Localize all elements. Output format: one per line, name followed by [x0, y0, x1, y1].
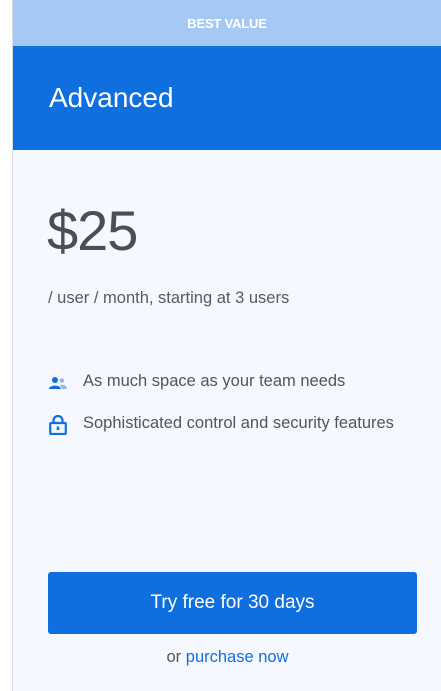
feature-text: As much space as your team needs: [83, 372, 346, 390]
feature-item: As much space as your team needs: [47, 370, 427, 398]
pricing-card: BEST VALUE Advanced $25 / user / month, …: [12, 0, 441, 691]
plan-header: Advanced: [13, 46, 441, 150]
feature-list: As much space as your team needs Sophist…: [47, 370, 427, 454]
purchase-prefix: or: [166, 648, 186, 666]
feature-item: Sophisticated control and security featu…: [47, 412, 427, 440]
price-subtext: / user / month, starting at 3 users: [48, 289, 290, 307]
best-value-ribbon: BEST VALUE: [13, 0, 441, 46]
plan-name: Advanced: [49, 82, 174, 113]
purchase-now-link[interactable]: purchase now: [186, 648, 289, 666]
ribbon-label: BEST VALUE: [187, 15, 267, 31]
purchase-line: or purchase now: [13, 648, 441, 667]
try-free-label: Try free for 30 days: [150, 592, 315, 613]
feature-text: Sophisticated control and security featu…: [83, 414, 394, 432]
price-amount: $25: [47, 199, 138, 262]
team-icon: [47, 372, 69, 394]
lock-icon: [47, 414, 69, 436]
try-free-button[interactable]: Try free for 30 days: [48, 572, 417, 634]
